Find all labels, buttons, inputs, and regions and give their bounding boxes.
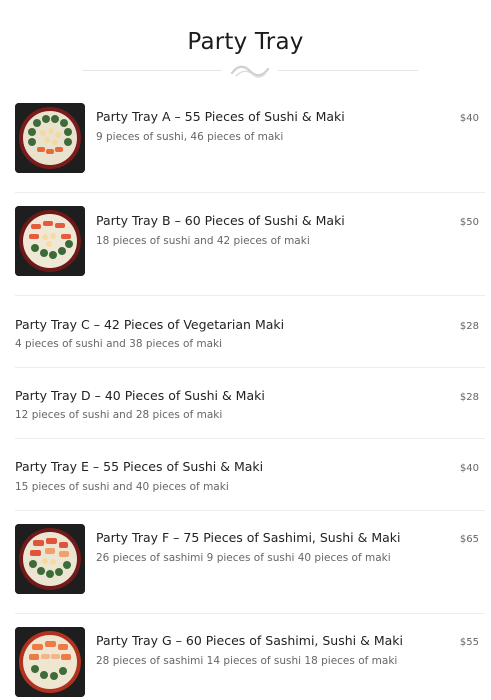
title-divider: [82, 60, 418, 82]
menu-item-party-tray-a[interactable]: Party Tray A – 55 Pieces of Sushi & Maki…: [15, 92, 485, 193]
item-price: $28: [459, 321, 479, 332]
item-name: Party Tray C – 42 Pieces of Vegetarian M…: [15, 317, 285, 332]
item-price: $55: [459, 637, 479, 648]
page-title: Party Tray: [187, 29, 304, 56]
item-price: $40: [459, 463, 479, 474]
sushi-tray-image: [15, 206, 85, 276]
item-description: 28 pieces of sashimi 14 pieces of sushi …: [96, 655, 398, 667]
menu-item-party-tray-f[interactable]: Party Tray F – 75 Pieces of Sashimi, Sus…: [15, 510, 485, 614]
menu-item-party-tray-d[interactable]: Party Tray D – 40 Pieces of Sushi & Maki…: [15, 367, 485, 439]
menu-item-party-tray-b[interactable]: Party Tray B – 60 Pieces of Sushi & Maki…: [15, 192, 485, 296]
item-name: Party Tray F – 75 Pieces of Sashimi, Sus…: [96, 530, 401, 545]
item-description: 15 pieces of sushi and 40 pieces of maki: [15, 481, 229, 493]
menu-page: Party Tray Party Tray A – 55 Pieces of S…: [0, 0, 491, 700]
divider-line-left: [82, 70, 222, 71]
divider-line-right: [278, 70, 418, 71]
sushi-tray-image: [15, 103, 85, 173]
sushi-tray-image: [15, 627, 85, 697]
item-price: $65: [459, 534, 479, 545]
item-price: $40: [459, 113, 479, 124]
wave-ornament-icon: [230, 65, 270, 78]
item-description: 18 pieces of sushi and 42 pieces of maki: [96, 235, 310, 247]
item-name: Party Tray B – 60 Pieces of Sushi & Maki: [96, 213, 345, 228]
item-name: Party Tray E – 55 Pieces of Sushi & Maki: [15, 459, 264, 474]
item-description: 4 pieces of sushi and 38 pieces of maki: [15, 338, 223, 350]
item-price: $50: [459, 217, 479, 228]
item-name: Party Tray D – 40 Pieces of Sushi & Maki: [15, 388, 265, 403]
menu-item-party-tray-g[interactable]: Party Tray G – 60 Pieces of Sashimi, Sus…: [15, 613, 485, 700]
item-description: 26 pieces of sashimi 9 pieces of sushi 4…: [96, 552, 391, 564]
menu-item-party-tray-c[interactable]: Party Tray C – 42 Pieces of Vegetarian M…: [15, 295, 485, 368]
item-description: 9 pieces of sushi, 46 pieces of maki: [96, 131, 284, 143]
item-name: Party Tray G – 60 Pieces of Sashimi, Sus…: [96, 633, 403, 648]
menu-item-party-tray-e[interactable]: Party Tray E – 55 Pieces of Sushi & Maki…: [15, 438, 485, 511]
item-description: 12 pieces of sushi and 28 pices of maki: [15, 409, 223, 421]
item-price: $28: [459, 392, 479, 403]
sushi-tray-image: [15, 524, 85, 594]
item-name: Party Tray A – 55 Pieces of Sushi & Maki: [96, 109, 345, 124]
